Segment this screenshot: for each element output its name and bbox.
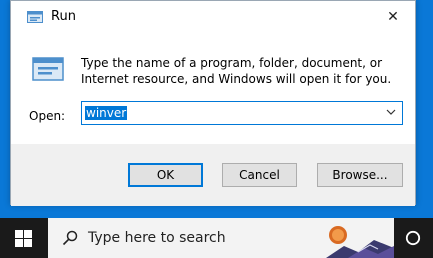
search-placeholder: Type here to search	[88, 230, 226, 246]
taskbar-search-box[interactable]: Type here to search	[48, 218, 394, 258]
run-icon	[32, 57, 64, 81]
close-icon: ✕	[387, 9, 399, 25]
open-input[interactable]: winver	[85, 106, 128, 120]
taskbar: Type here to search	[0, 218, 433, 258]
run-icon	[27, 11, 43, 23]
button-bar: OK Cancel Browse...	[11, 144, 415, 206]
open-label: Open:	[29, 109, 65, 123]
cancel-button[interactable]: Cancel	[222, 163, 297, 187]
search-highlight-image	[318, 218, 394, 258]
open-label-text: Open:	[29, 109, 66, 123]
cortana-icon[interactable]	[405, 230, 421, 246]
windows-logo-icon[interactable]	[15, 230, 32, 247]
ok-button[interactable]: OK	[128, 163, 203, 187]
chevron-down-icon[interactable]	[386, 107, 396, 117]
open-combobox[interactable]: winver	[81, 101, 403, 125]
dialog-description: Type the name of a program, folder, docu…	[81, 56, 392, 86]
search-icon	[62, 230, 78, 246]
run-dialog: Run ✕ Type the name of a program, folder…	[10, 0, 416, 206]
browse-button[interactable]: Browse...	[317, 163, 403, 187]
dialog-title: Run	[51, 9, 76, 24]
title-bar[interactable]: Run ✕	[11, 1, 415, 33]
close-button[interactable]: ✕	[371, 1, 415, 33]
